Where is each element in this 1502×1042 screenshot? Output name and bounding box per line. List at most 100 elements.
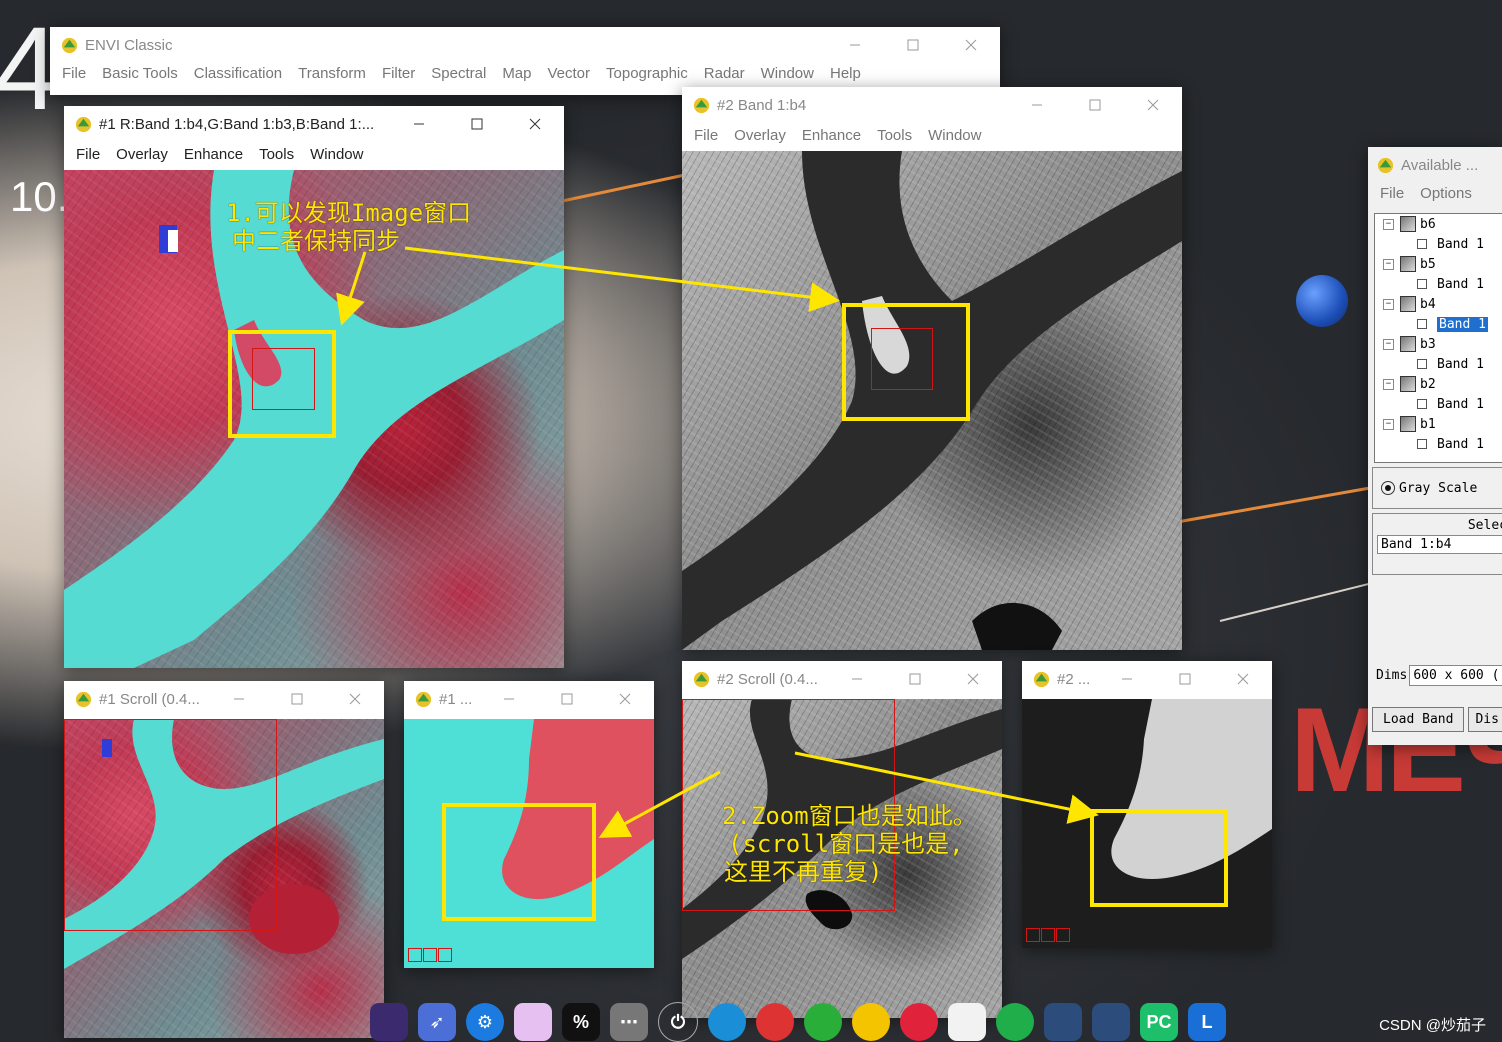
zoom2-titlebar[interactable]: #2 ... [1022, 661, 1272, 697]
minimize-button[interactable] [828, 661, 886, 697]
more-icon[interactable]: ⋯ [610, 1003, 648, 1041]
tree-group-b6[interactable]: − b6 [1375, 214, 1502, 234]
menu-basic-tools[interactable]: Basic Tools [94, 65, 186, 82]
tree-group-b5[interactable]: − b5 [1375, 254, 1502, 274]
maximize-button[interactable] [1156, 661, 1214, 697]
menu-classification[interactable]: Classification [186, 65, 290, 82]
image2-zoom-link-box[interactable] [871, 328, 933, 390]
menu-enhance[interactable]: Enhance [176, 146, 251, 163]
gray-scale-radio[interactable] [1381, 481, 1395, 495]
collapse-icon[interactable]: − [1383, 418, 1394, 430]
tree-band-item-selected[interactable]: Band 1 [1375, 314, 1502, 334]
l-app-icon[interactable]: L [1188, 1003, 1226, 1041]
zoom1-titlebar[interactable]: #1 ... [404, 681, 654, 717]
envi-main-titlebar[interactable]: ENVI Classic [50, 27, 1000, 63]
music-icon[interactable] [852, 1003, 890, 1041]
zoom-in-button[interactable] [1041, 928, 1055, 942]
load-band-button[interactable]: Load Band [1372, 707, 1465, 732]
settings-gear-icon[interactable]: ⚙ [466, 1003, 504, 1041]
image2-canvas[interactable] [682, 151, 1182, 650]
tree-band-item[interactable]: Band 1 [1375, 434, 1502, 454]
minimize-button[interactable] [826, 27, 884, 63]
menu-transform[interactable]: Transform [290, 65, 374, 82]
maximize-button[interactable] [886, 661, 944, 697]
menu-window[interactable]: Window [920, 127, 989, 144]
edge-icon[interactable] [708, 1003, 746, 1041]
close-button[interactable] [596, 681, 654, 717]
maximize-button[interactable] [268, 681, 326, 717]
display-button[interactable]: Dis [1468, 707, 1502, 732]
close-button[interactable] [1124, 87, 1182, 123]
menu-filter[interactable]: Filter [374, 65, 423, 82]
power-icon[interactable]: ⏻ [658, 1002, 698, 1042]
image1-titlebar[interactable]: #1 R:Band 1:b4,G:Band 1:b3,B:Band 1:... [64, 106, 564, 142]
app-icon[interactable] [756, 1003, 794, 1041]
maximize-button[interactable] [538, 681, 596, 717]
menu-tools[interactable]: Tools [251, 146, 302, 163]
collapse-icon[interactable]: − [1383, 218, 1394, 230]
green-app-icon[interactable] [996, 1003, 1034, 1041]
close-button[interactable] [942, 27, 1000, 63]
image2-titlebar[interactable]: #2 Band 1:b4 [682, 87, 1182, 123]
rocket-icon[interactable]: ➶ [418, 1003, 456, 1041]
collapse-icon[interactable]: − [1383, 258, 1394, 270]
menu-file[interactable]: File [54, 65, 94, 82]
minimize-button[interactable] [1008, 87, 1066, 123]
scroll1-view-box[interactable] [64, 719, 277, 931]
zoom-reset-button[interactable] [1056, 928, 1070, 942]
menu-vector[interactable]: Vector [540, 65, 599, 82]
tree-band-item[interactable]: Band 1 [1375, 274, 1502, 294]
minimize-button[interactable] [210, 681, 268, 717]
maximize-button[interactable] [884, 27, 942, 63]
collapse-icon[interactable]: − [1383, 298, 1394, 310]
pycharm-icon[interactable]: PC [1140, 1003, 1178, 1041]
tree-band-item[interactable]: Band 1 [1375, 354, 1502, 374]
tree-group-b2[interactable]: − b2 [1375, 374, 1502, 394]
minimize-button[interactable] [480, 681, 538, 717]
zoom-reset-button[interactable] [438, 948, 452, 962]
netease-icon[interactable] [900, 1003, 938, 1041]
menu-window[interactable]: Window [753, 65, 822, 82]
maximize-button[interactable] [448, 106, 506, 142]
zoom1-canvas[interactable] [404, 719, 654, 968]
tree-group-b1[interactable]: − b1 [1375, 414, 1502, 434]
image1-zoom-link-box[interactable] [252, 348, 315, 410]
menu-radar[interactable]: Radar [696, 65, 753, 82]
menu-options[interactable]: Options [1412, 185, 1480, 202]
envi-icon-2[interactable] [1092, 1003, 1130, 1041]
tree-group-b4[interactable]: − b4 [1375, 294, 1502, 314]
close-button[interactable] [944, 661, 1002, 697]
close-button[interactable] [326, 681, 384, 717]
folder-icon[interactable] [514, 1003, 552, 1041]
menu-overlay[interactable]: Overlay [108, 146, 176, 163]
zoom-out-button[interactable] [408, 948, 422, 962]
scroll2-canvas[interactable]: 2.Zoom窗口也是如此。 (scroll窗口是也是, 这里不再重复) [682, 699, 1002, 1018]
zoom-in-button[interactable] [423, 948, 437, 962]
zoom2-canvas[interactable] [1022, 699, 1272, 948]
menu-enhance[interactable]: Enhance [794, 127, 869, 144]
tree-group-b3[interactable]: − b3 [1375, 334, 1502, 354]
image1-canvas[interactable]: 1.可以发现Image窗口 中二者保持同步 [64, 170, 564, 668]
close-button[interactable] [1214, 661, 1272, 697]
collapse-icon[interactable]: − [1383, 378, 1394, 390]
tree-band-item[interactable]: Band 1 [1375, 394, 1502, 414]
scroll1-titlebar[interactable]: #1 Scroll (0.4... [64, 681, 384, 717]
menu-file[interactable]: File [686, 127, 726, 144]
collapse-icon[interactable]: − [1383, 338, 1394, 350]
menu-window[interactable]: Window [302, 146, 371, 163]
menu-file[interactable]: File [1372, 185, 1412, 202]
menu-spectral[interactable]: Spectral [423, 65, 494, 82]
wechat-icon[interactable] [804, 1003, 842, 1041]
app-icon[interactable] [370, 1003, 408, 1041]
available-titlebar[interactable]: Available ... [1368, 147, 1502, 183]
percent-app-icon[interactable]: % [562, 1003, 600, 1041]
menu-map[interactable]: Map [494, 65, 539, 82]
menu-help[interactable]: Help [822, 65, 869, 82]
scroll2-titlebar[interactable]: #2 Scroll (0.4... [682, 661, 1002, 697]
zoom-out-button[interactable] [1026, 928, 1040, 942]
minimize-button[interactable] [1098, 661, 1156, 697]
maximize-button[interactable] [1066, 87, 1124, 123]
envi-icon[interactable] [1044, 1003, 1082, 1041]
menu-tools[interactable]: Tools [869, 127, 920, 144]
baidu-cloud-icon[interactable] [948, 1003, 986, 1041]
